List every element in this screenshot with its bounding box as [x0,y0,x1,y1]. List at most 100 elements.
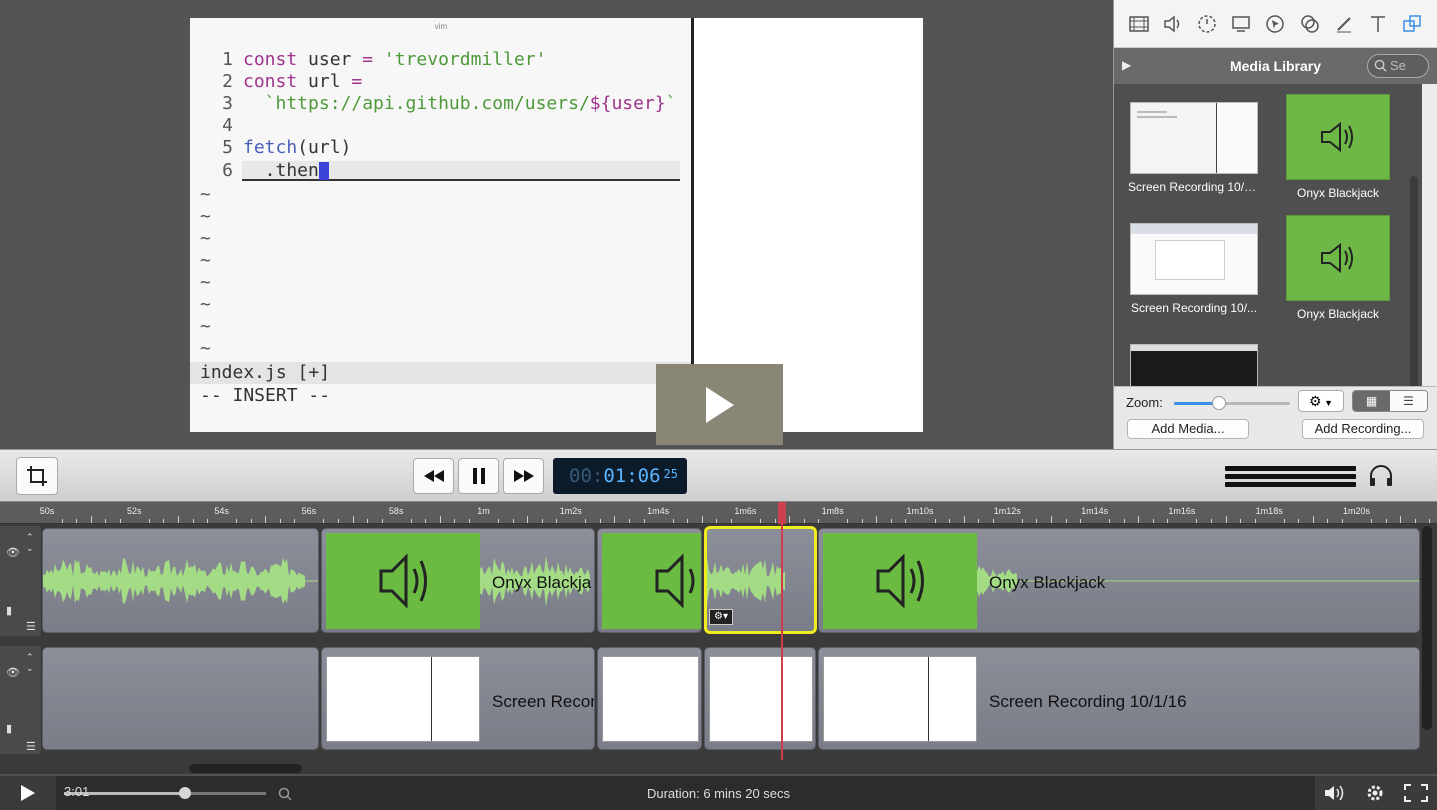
ruler-minor-tick [716,519,718,523]
video-clip-thumbnail [823,656,977,742]
ruler-minor-tick [1123,519,1125,523]
ruler-minor-tick [803,519,805,523]
media-library-panel: ▶ Media Library Se Screen Recording 10/1… [1113,0,1437,449]
vim-mode-indicator: -- INSERT -- [200,385,331,406]
ruler-tick-label: 54s [214,506,229,516]
timecode-display[interactable]: 00:01:06 25 [553,458,687,494]
ruler-tick-label: 1m16s [1168,506,1196,516]
ruler-minor-tick [861,519,863,523]
track-chevron-icon[interactable]: ⌃ ⌄ [26,652,34,674]
ruler-tick-label: 1m2s [559,506,582,516]
ruler-minor-tick [1327,519,1329,523]
library-item-audio[interactable]: Onyx Blackjack [1268,215,1408,321]
ruler-minor-tick [352,516,354,523]
ruler-tick-label: 1m10s [906,506,934,516]
ruler-minor-tick [527,516,529,523]
eye-icon[interactable]: 👁 [6,546,20,559]
vim-empty-line-tilde: ~ [200,338,211,359]
library-item-label: Onyx Blackjack [1296,307,1380,321]
audio-clip[interactable]: Onyx Blackja [321,528,595,633]
vim-empty-line-tilde: ~ [200,206,211,227]
track-audio-icon[interactable]: ▮ [6,722,12,735]
ruler-minor-tick [1298,519,1300,523]
preview-canvas[interactable]: vim 1 const user = 'trevordmiller' 2 const … [0,0,1112,449]
ruler-minor-tick [439,516,441,523]
ruler-tick-label: 1m6s [734,506,757,516]
track-menu-icon[interactable]: ☰ [26,740,36,753]
ruler-minor-tick [992,519,994,523]
playhead[interactable] [781,502,783,764]
rewind-button[interactable] [413,458,454,494]
ruler-tick-label: 58s [388,506,404,516]
ruler-minor-tick [105,519,107,523]
vim-code-line: 5 fetch(url) [200,137,351,159]
library-actions-dropdown[interactable]: ⚙ ▼ [1298,390,1344,412]
add-media-button[interactable]: Add Media... [1127,419,1249,439]
eye-icon[interactable]: 👁 [6,666,20,679]
timecode-main: 01:06 [603,465,661,487]
video-clip[interactable]: Screen Recording 10/1/16 [818,647,1420,750]
library-item-video[interactable] [1124,344,1264,386]
timeline-vertical-scrollbar[interactable] [1422,526,1432,730]
effects-icon[interactable] [1298,12,1322,36]
ruler-minor-tick [1312,516,1314,523]
vim-line-number: 3 [222,93,233,114]
ruler-minor-tick [1414,519,1416,523]
media-library-icon[interactable] [1400,12,1424,36]
library-item-video[interactable]: Screen Recording 10/... [1124,223,1264,315]
library-item-video[interactable]: Screen Recording 10/1... [1124,102,1264,194]
ruler-minor-tick [1385,519,1387,523]
annotations-icon[interactable] [1332,12,1356,36]
ruler-minor-tick [1400,516,1402,523]
track-audio-icon[interactable]: ▮ [6,604,12,617]
vim-empty-line-tilde: ~ [200,184,211,205]
vim-code-token: = [362,49,384,70]
ruler-minor-tick [1341,519,1343,523]
zoom-slider-knob[interactable] [1212,396,1226,410]
animations-icon[interactable] [1195,12,1219,36]
pause-button[interactable] [458,458,499,494]
ruler-minor-tick [774,519,776,523]
clip-gear-icon[interactable]: ⚙▾ [709,609,733,625]
audio-thumbnail [1286,215,1390,301]
video-play-overlay-button[interactable] [656,364,783,445]
track-menu-icon[interactable]: ☰ [26,620,36,633]
cursor-icon[interactable] [1263,12,1287,36]
player-right-controls [1315,776,1437,810]
video-clip[interactable] [704,647,816,750]
library-item-audio[interactable]: Onyx Blackjack [1268,94,1408,200]
ruler-minor-tick [265,516,267,523]
ruler-minor-tick [1211,519,1212,523]
add-recording-button[interactable]: Add Recording... [1302,419,1424,439]
text-icon[interactable] [1366,12,1390,36]
list-view-icon[interactable]: ☰ [1390,391,1427,411]
audio-clip[interactable] [597,528,702,633]
video-clip[interactable] [597,647,702,750]
ruler-minor-tick [279,519,281,523]
track-chevron-icon[interactable]: ⌃ ⌄ [26,532,34,554]
settings-gear-icon[interactable] [1365,783,1385,803]
speaker-icon [1321,121,1353,153]
timeline-horizontal-scrollbar[interactable] [189,764,302,773]
fullscreen-icon[interactable] [1403,784,1428,802]
ruler-minor-tick [192,519,194,523]
audio-icon[interactable] [1161,12,1185,36]
crop-button[interactable] [16,457,58,495]
fast-forward-button[interactable] [503,458,544,494]
clips-icon[interactable] [1127,12,1151,36]
zoom-slider[interactable] [1174,402,1290,405]
volume-icon[interactable] [1324,784,1346,802]
media-library-scrollbar[interactable] [1410,176,1418,386]
audio-clip[interactable] [42,528,319,633]
audio-clip[interactable]: Onyx Blackjack [818,528,1420,633]
media-library-search-input[interactable]: Se [1367,54,1429,78]
timeline-ruler[interactable]: 50s 52s 54s 56s 58s 1m 1m2s 1m4s 1m6s 1m8s 1m10s 1m… [0,502,1437,524]
video-clip[interactable]: Screen Recor [321,647,595,750]
ruler-minor-tick [410,519,412,523]
library-item-label: Screen Recording 10/... [1130,301,1258,315]
screen-icon[interactable] [1229,12,1253,36]
ruler-minor-tick [847,519,849,523]
grid-view-icon[interactable]: ▦ [1353,391,1390,411]
headphones-icon[interactable] [1368,464,1394,488]
video-clip[interactable] [42,647,319,750]
